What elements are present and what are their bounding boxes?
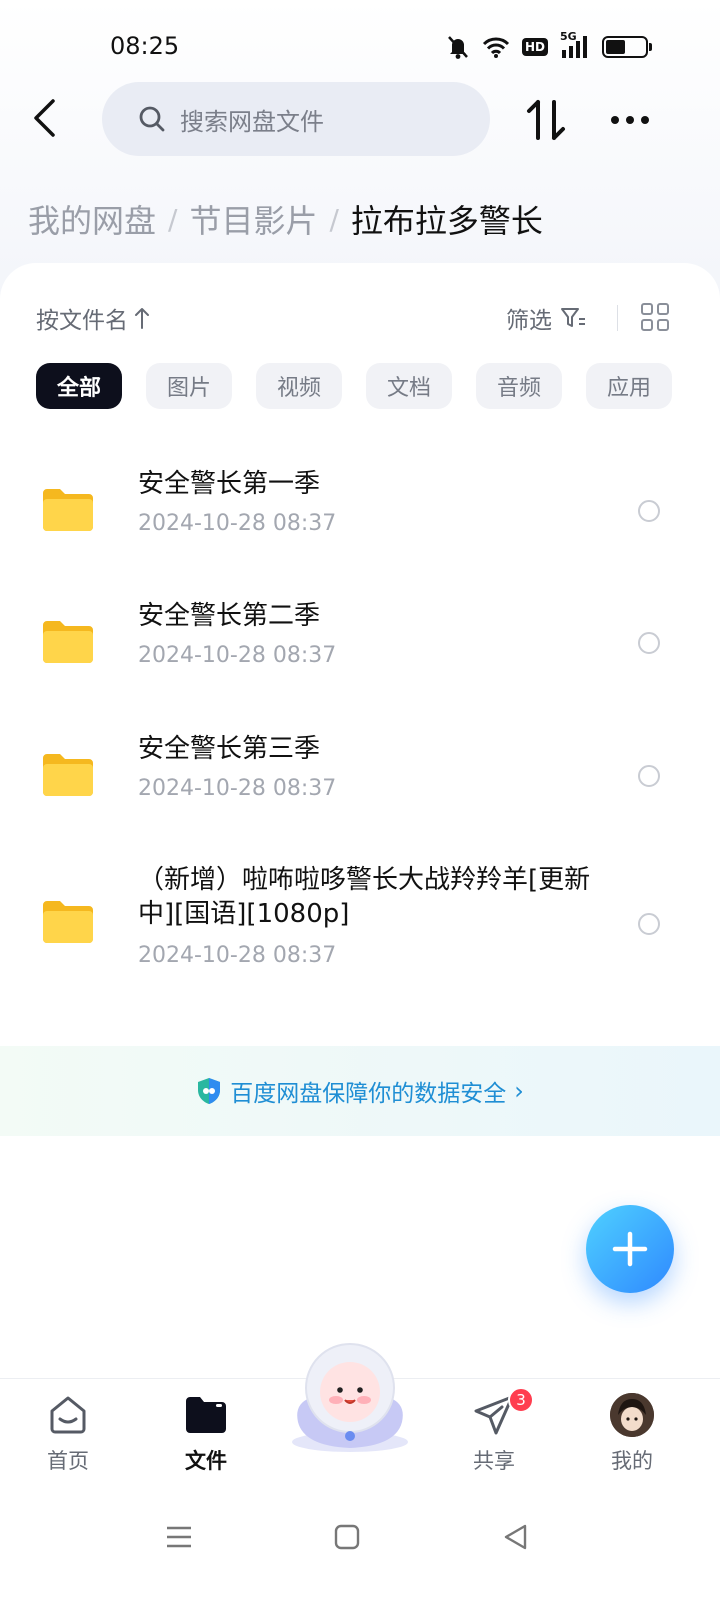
search-icon bbox=[139, 106, 165, 132]
signal-icon: 5G bbox=[560, 30, 590, 60]
more-icon bbox=[611, 116, 649, 124]
filter-icon bbox=[561, 308, 585, 327]
plus-icon bbox=[612, 1231, 648, 1267]
file-row[interactable]: 安全警长第三季 2024-10-28 08:37 bbox=[0, 714, 720, 824]
avatar bbox=[610, 1393, 654, 1437]
select-checkbox[interactable] bbox=[638, 632, 660, 654]
nav-label: 我的 bbox=[611, 1449, 653, 1473]
home-system-button[interactable] bbox=[322, 1512, 372, 1562]
wifi-icon bbox=[482, 36, 510, 58]
search-placeholder: 搜索网盘文件 bbox=[180, 107, 324, 136]
grid-view-icon bbox=[641, 303, 669, 331]
select-checkbox[interactable] bbox=[638, 913, 660, 935]
grid-view-button[interactable] bbox=[640, 302, 670, 332]
security-text: 百度网盘保障你的数据安全 bbox=[230, 1081, 507, 1107]
file-name: 安全警长第三季 bbox=[138, 734, 321, 764]
sort-by-name-button[interactable]: 按文件名 bbox=[36, 301, 150, 335]
back-button[interactable] bbox=[24, 94, 64, 142]
network-type-label: 5G bbox=[560, 30, 577, 43]
astronaut-mascot-icon bbox=[292, 1343, 408, 1452]
sort-label: 按文件名 bbox=[36, 308, 128, 334]
share-send-icon: 3 bbox=[470, 1387, 534, 1439]
filter-label: 筛选 bbox=[506, 308, 552, 334]
chip-apps[interactable]: 应用 bbox=[586, 363, 672, 409]
square-icon bbox=[334, 1524, 360, 1550]
breadcrumb-item-current: 拉布拉多警长 bbox=[350, 202, 543, 240]
select-checkbox[interactable] bbox=[638, 500, 660, 522]
mascot-button[interactable] bbox=[280, 1338, 420, 1456]
file-row[interactable]: （新增）啦咘啦哆警长大战羚羚羊[更新中][国语][1080p] 2024-10-… bbox=[0, 845, 720, 985]
breadcrumb-item-root[interactable]: 我的网盘 bbox=[28, 196, 156, 242]
category-chips: 全部 图片 视频 文档 音频 应用 bbox=[36, 363, 672, 409]
file-date: 2024-10-28 08:37 bbox=[138, 643, 337, 668]
nav-me[interactable]: 我的 bbox=[572, 1379, 692, 1489]
file-date: 2024-10-28 08:37 bbox=[138, 943, 337, 968]
system-navigation-bar bbox=[0, 1488, 720, 1608]
file-date: 2024-10-28 08:37 bbox=[138, 511, 337, 536]
chip-documents[interactable]: 文档 bbox=[366, 363, 452, 409]
status-time: 08:25 bbox=[110, 32, 180, 60]
breadcrumb-separator: / bbox=[329, 202, 339, 236]
battery-level bbox=[606, 40, 625, 54]
sort-transfer-icon bbox=[527, 100, 565, 140]
more-button[interactable] bbox=[604, 96, 656, 144]
folder-icon bbox=[182, 1391, 230, 1439]
hd-icon: HD bbox=[521, 38, 548, 56]
filter-button[interactable]: 筛选 bbox=[506, 301, 586, 335]
folder-icon bbox=[43, 754, 93, 796]
security-banner[interactable]: 百度网盘保障你的数据安全 › bbox=[0, 1046, 720, 1136]
arrow-up-icon bbox=[135, 308, 149, 329]
folder-icon bbox=[43, 901, 93, 943]
notification-badge: 3 bbox=[508, 1387, 534, 1413]
chip-videos[interactable]: 视频 bbox=[256, 363, 342, 409]
recent-apps-button[interactable] bbox=[154, 1512, 204, 1562]
select-checkbox[interactable] bbox=[638, 765, 660, 787]
file-name: （新增）啦咘啦哆警长大战羚羚羊[更新中][国语][1080p] bbox=[138, 865, 591, 929]
file-name: 安全警长第二季 bbox=[138, 601, 321, 631]
breadcrumb-separator: / bbox=[168, 202, 178, 236]
mute-bell-icon bbox=[446, 34, 470, 60]
folder-icon bbox=[43, 621, 93, 663]
chevron-right-icon: › bbox=[514, 1077, 524, 1105]
back-system-button[interactable] bbox=[490, 1512, 540, 1562]
status-icons: HD 5G bbox=[446, 30, 652, 62]
header: 搜索网盘文件 bbox=[0, 80, 720, 160]
file-date: 2024-10-28 08:37 bbox=[138, 776, 337, 801]
sort-toolbar: 按文件名 筛选 bbox=[36, 301, 684, 337]
file-row[interactable]: 安全警长第一季 2024-10-28 08:37 bbox=[0, 449, 720, 559]
toolbar-divider bbox=[617, 305, 618, 331]
home-icon bbox=[44, 1391, 92, 1439]
nav-share[interactable]: 3 共享 bbox=[434, 1379, 554, 1489]
nav-label: 共享 bbox=[473, 1449, 515, 1473]
chip-images[interactable]: 图片 bbox=[146, 363, 232, 409]
add-button[interactable] bbox=[586, 1205, 674, 1293]
folder-icon bbox=[43, 489, 93, 531]
nav-files[interactable]: 文件 bbox=[146, 1379, 266, 1489]
nav-home[interactable]: 首页 bbox=[8, 1379, 128, 1489]
breadcrumb-item-parent[interactable]: 节目影片 bbox=[189, 196, 317, 242]
nav-label: 首页 bbox=[47, 1449, 89, 1473]
transfer-sort-button[interactable] bbox=[520, 96, 572, 144]
breadcrumb: 我的网盘 / 节目影片 / 拉布拉多警长 bbox=[28, 196, 543, 242]
chip-audio[interactable]: 音频 bbox=[476, 363, 562, 409]
file-name: 安全警长第一季 bbox=[138, 469, 321, 499]
triangle-back-icon bbox=[504, 1524, 527, 1550]
menu-icon bbox=[167, 1526, 191, 1548]
shield-icon bbox=[198, 1078, 221, 1104]
search-input[interactable]: 搜索网盘文件 bbox=[102, 82, 490, 156]
chip-all[interactable]: 全部 bbox=[36, 363, 122, 409]
file-row[interactable]: 安全警长第二季 2024-10-28 08:37 bbox=[0, 581, 720, 691]
battery-icon bbox=[602, 36, 652, 58]
nav-label: 文件 bbox=[185, 1449, 227, 1473]
back-icon bbox=[34, 99, 55, 137]
